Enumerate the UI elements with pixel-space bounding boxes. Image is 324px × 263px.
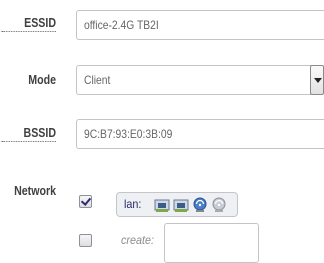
bssid-input[interactable]: 9C:B7:93:E0:3B:09 xyxy=(76,119,324,149)
bssid-label: BSSID xyxy=(1,125,56,142)
lan-network-badge: lan: xyxy=(116,192,238,217)
create-network-checkbox[interactable] xyxy=(79,234,92,247)
wifi-icon xyxy=(211,197,227,213)
mode-dropdown-arrow-icon[interactable] xyxy=(310,65,324,95)
ethernet-port-icon xyxy=(173,197,189,213)
essid-input[interactable]: office-2.4G TB2I xyxy=(76,10,324,40)
wifi-icon xyxy=(192,197,208,213)
create-network-input[interactable] xyxy=(164,223,259,263)
create-network-label: create: xyxy=(121,233,155,247)
mode-label: Mode xyxy=(28,73,56,87)
mode-select[interactable]: Client xyxy=(76,65,312,95)
lan-checkbox[interactable] xyxy=(79,195,92,208)
essid-value: office-2.4G TB2I xyxy=(84,18,159,32)
network-label: Network xyxy=(14,184,57,198)
essid-label: ESSID xyxy=(1,15,56,32)
ethernet-port-icon xyxy=(154,197,170,213)
mode-selected-value: Client xyxy=(84,73,111,87)
lan-network-name: lan: xyxy=(124,197,142,211)
bssid-value: 9C:B7:93:E0:3B:09 xyxy=(84,127,173,141)
